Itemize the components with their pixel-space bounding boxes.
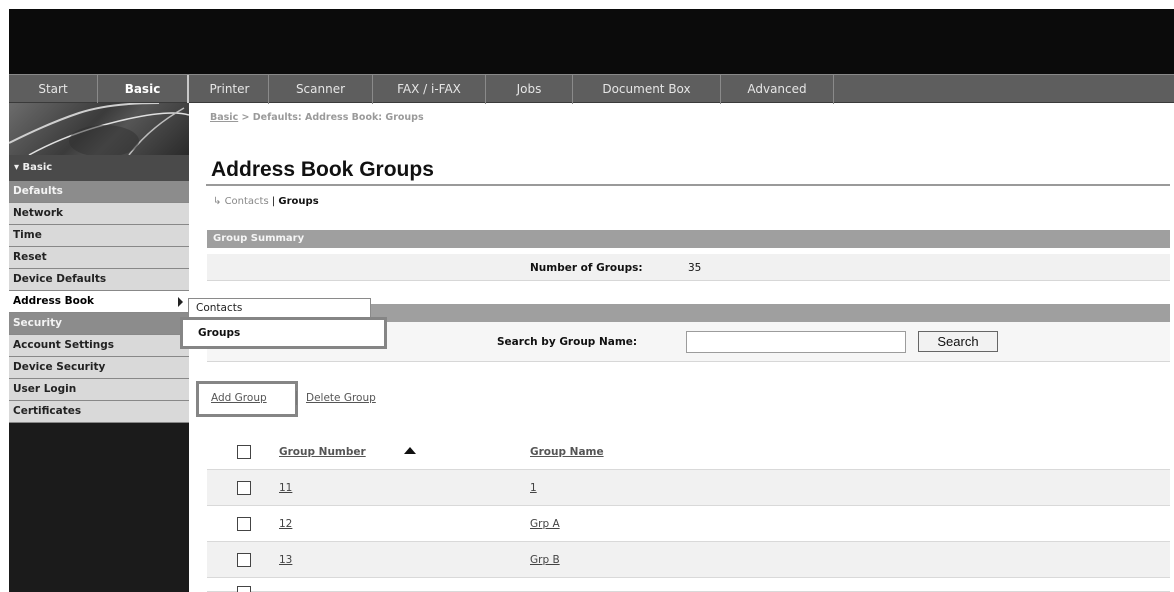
sidebar-item-account-settings[interactable]: Account Settings: [9, 335, 189, 357]
tab-scanner[interactable]: Scanner: [269, 75, 373, 104]
group-number-link[interactable]: 11: [279, 482, 292, 494]
table-row: 13 Grp B: [207, 542, 1170, 578]
table-row: [207, 578, 1170, 592]
arrow-right-icon: ↳: [213, 196, 225, 207]
breadcrumb-separator: >: [238, 112, 253, 123]
row-checkbox[interactable]: [237, 586, 251, 592]
column-header-group-number[interactable]: Group Number: [279, 446, 366, 458]
submenu-item-contacts[interactable]: Contacts: [196, 302, 242, 314]
row-checkbox[interactable]: [237, 553, 251, 567]
group-name-link[interactable]: Grp B: [530, 554, 560, 566]
select-all-checkbox[interactable]: [237, 445, 251, 459]
tab-basic[interactable]: Basic: [98, 75, 189, 104]
sidebar-item-device-security[interactable]: Device Security: [9, 357, 189, 379]
breadcrumb-path: Defaults: Address Book: Groups: [252, 112, 424, 123]
sidebar-banner-image: [9, 103, 189, 155]
subnav: ↳ Contacts | Groups: [213, 196, 319, 207]
row-checkbox[interactable]: [237, 517, 251, 531]
tab-jobs[interactable]: Jobs: [486, 75, 573, 104]
subnav-contacts-link[interactable]: Contacts: [225, 196, 269, 207]
sidebar-item-certificates[interactable]: Certificates: [9, 401, 189, 423]
sidebar-item-user-login[interactable]: User Login: [9, 379, 189, 401]
column-header-group-name[interactable]: Group Name: [530, 446, 604, 458]
table-row: 11 1: [207, 470, 1170, 506]
sidebar-item-label: Address Book: [13, 295, 95, 307]
group-number-link[interactable]: 13: [279, 554, 292, 566]
row-checkbox[interactable]: [237, 481, 251, 495]
page-title: Address Book Groups: [211, 158, 434, 181]
breadcrumb: Basic > Defaults: Address Book: Groups: [210, 112, 424, 123]
sidebar-item-address-book[interactable]: Address Book: [9, 291, 189, 313]
tab-start[interactable]: Start: [9, 75, 98, 104]
group-name-link[interactable]: Grp A: [530, 518, 560, 530]
sidebar-item-device-defaults[interactable]: Device Defaults: [9, 269, 189, 291]
action-divider: [296, 391, 297, 405]
search-button[interactable]: Search: [918, 331, 998, 352]
tab-fax[interactable]: FAX / i-FAX: [373, 75, 486, 104]
group-summary-header: Group Summary: [207, 230, 1170, 248]
sidebar-header-security: Security: [9, 313, 189, 335]
chevron-right-icon: [178, 297, 183, 307]
title-divider: [206, 184, 1170, 186]
sidebar-header-defaults: Defaults: [9, 181, 189, 203]
top-nav: Start Basic Printer Scanner FAX / i-FAX …: [9, 74, 1174, 104]
header-banner: [9, 9, 1174, 74]
sidebar-item-network[interactable]: Network: [9, 203, 189, 225]
table-header-row: Group Number Group Name: [207, 434, 1170, 470]
sort-ascending-icon[interactable]: [404, 447, 416, 454]
subnav-separator: |: [268, 196, 279, 207]
group-number-link[interactable]: 12: [279, 518, 292, 530]
number-of-groups-label: Number of Groups:: [530, 262, 643, 274]
tab-advanced[interactable]: Advanced: [721, 75, 834, 104]
table-row: 12 Grp A: [207, 506, 1170, 542]
subnav-groups: Groups: [278, 196, 319, 207]
number-of-groups-value: 35: [688, 262, 702, 274]
submenu-item-groups[interactable]: Groups: [198, 327, 240, 339]
sidebar-item-reset[interactable]: Reset: [9, 247, 189, 269]
tab-printer[interactable]: Printer: [191, 75, 269, 104]
group-name-link[interactable]: 1: [530, 482, 537, 494]
sidebar-item-time[interactable]: Time: [9, 225, 189, 247]
breadcrumb-root-link[interactable]: Basic: [210, 112, 238, 123]
search-input[interactable]: [686, 331, 906, 353]
add-group-link[interactable]: Add Group: [211, 392, 267, 404]
delete-group-link[interactable]: Delete Group: [306, 392, 376, 404]
sidebar-section-basic[interactable]: ▾ Basic: [9, 155, 189, 181]
tab-document-box[interactable]: Document Box: [573, 75, 721, 104]
sidebar: ▾ Basic Defaults Network Time Reset Devi…: [9, 103, 189, 592]
search-by-group-name-label: Search by Group Name:: [497, 336, 638, 348]
